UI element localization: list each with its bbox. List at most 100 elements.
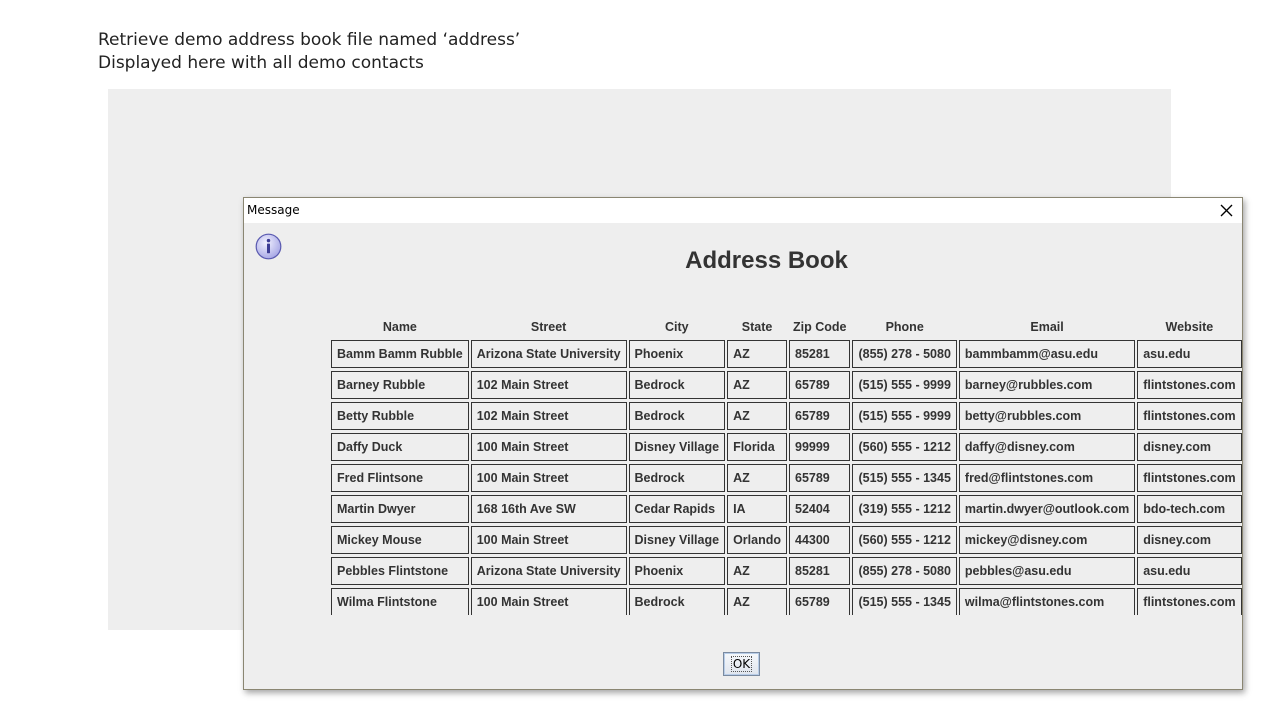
cell-state: AZ: [727, 557, 787, 585]
cell-email: pebbles@asu.edu: [958, 557, 1136, 585]
cell-name: Wilma Flintstone: [331, 588, 469, 615]
cell-street: 100 Main Street: [470, 433, 627, 461]
cell-street: 100 Main Street: [470, 588, 627, 615]
table-row: Betty Rubble 102 Main Street Bedrock AZ …: [331, 402, 1242, 430]
cell-phone: (855) 278 - 5080: [852, 340, 957, 368]
cell-city: Bedrock: [628, 402, 726, 430]
cell-state: AZ: [727, 402, 787, 430]
cell-street: 102 Main Street: [470, 402, 627, 430]
contacts-table-wrap: Name Street City State Zip Code Phone Em…: [329, 316, 1244, 618]
cell-street: 100 Main Street: [470, 464, 627, 492]
cell-email: martin.dwyer@outlook.com: [958, 495, 1136, 523]
cell-city: Bedrock: [628, 371, 726, 399]
caption-line-2: Displayed here with all demo contacts: [98, 53, 424, 73]
cell-zip: 52404: [789, 495, 851, 523]
table-row: Bamm Bamm Rubble Arizona State Universit…: [331, 340, 1242, 368]
cell-email: betty@rubbles.com: [958, 402, 1136, 430]
table-row: Daffy Duck 100 Main Street Disney Villag…: [331, 433, 1242, 461]
column-header-zip: Zip Code: [793, 320, 847, 334]
cell-name: Martin Dwyer: [331, 495, 469, 523]
table-header-row: Name Street City State Zip Code Phone Em…: [331, 319, 1242, 337]
column-header-name: Name: [382, 320, 417, 334]
cell-phone: (515) 555 - 1345: [852, 464, 957, 492]
close-icon: [1220, 204, 1233, 217]
cell-zip: 65789: [789, 464, 851, 492]
cell-email: fred@flintstones.com: [958, 464, 1136, 492]
dialog-title: Message: [247, 203, 300, 217]
slide-caption: Retrieve demo address book file named ‘a…: [98, 29, 520, 75]
table-row: Wilma Flintstone 100 Main Street Bedrock…: [331, 588, 1242, 615]
column-header-website: Website: [1165, 320, 1214, 334]
cell-email: barney@rubbles.com: [958, 371, 1136, 399]
cell-city: Bedrock: [628, 464, 726, 492]
table-row: Pebbles Flintstone Arizona State Univers…: [331, 557, 1242, 585]
cell-phone: (319) 555 - 1212: [852, 495, 957, 523]
cell-phone: (515) 555 - 9999: [852, 402, 957, 430]
cell-website: asu.edu: [1137, 340, 1242, 368]
cell-city: Phoenix: [628, 340, 726, 368]
cell-website: disney.com: [1137, 433, 1242, 461]
table-row: Barney Rubble 102 Main Street Bedrock AZ…: [331, 371, 1242, 399]
cell-city: Disney Village: [628, 433, 726, 461]
cell-name: Bamm Bamm Rubble: [331, 340, 469, 368]
cell-state: AZ: [727, 371, 787, 399]
cell-phone: (515) 555 - 1345: [852, 588, 957, 615]
caption-line-1: Retrieve demo address book file named ‘a…: [98, 30, 521, 50]
cell-name: Pebbles Flintstone: [331, 557, 469, 585]
cell-website: flintstones.com: [1137, 588, 1242, 615]
column-header-city: City: [664, 320, 689, 334]
cell-phone: (560) 555 - 1212: [852, 433, 957, 461]
cell-state: Orlando: [727, 526, 787, 554]
contacts-table: Name Street City State Zip Code Phone Em…: [329, 316, 1244, 618]
cell-zip: 65789: [789, 371, 851, 399]
message-dialog: Message Address Book Name Street City St…: [243, 197, 1243, 690]
column-header-phone: Phone: [885, 320, 924, 334]
ok-button-label: OK: [730, 656, 753, 672]
cell-street: 100 Main Street: [470, 526, 627, 554]
column-header-street: Street: [530, 320, 567, 334]
cell-state: AZ: [727, 340, 787, 368]
cell-phone: (560) 555 - 1212: [852, 526, 957, 554]
cell-name: Fred Flintsone: [331, 464, 469, 492]
cell-email: daffy@disney.com: [958, 433, 1136, 461]
cell-zip: 99999: [789, 433, 851, 461]
cell-zip: 85281: [789, 340, 851, 368]
cell-city: Phoenix: [628, 557, 726, 585]
cell-zip: 65789: [789, 402, 851, 430]
dialog-titlebar[interactable]: Message: [244, 198, 1242, 223]
cell-website: flintstones.com: [1137, 402, 1242, 430]
column-header-email: Email: [1030, 320, 1064, 334]
cell-zip: 85281: [789, 557, 851, 585]
cell-phone: (855) 278 - 5080: [852, 557, 957, 585]
cell-name: Barney Rubble: [331, 371, 469, 399]
table-row: Mickey Mouse 100 Main Street Disney Vill…: [331, 526, 1242, 554]
cell-state: AZ: [727, 464, 787, 492]
cell-email: wilma@flintstones.com: [958, 588, 1136, 615]
cell-website: flintstones.com: [1137, 371, 1242, 399]
ok-button[interactable]: OK: [723, 652, 760, 676]
address-book-heading: Address Book: [685, 247, 848, 274]
screenshot-backdrop: Message Address Book Name Street City St…: [108, 89, 1243, 690]
close-button[interactable]: [1217, 201, 1236, 220]
cell-name: Betty Rubble: [331, 402, 469, 430]
cell-name: Daffy Duck: [331, 433, 469, 461]
cell-website: bdo-tech.com: [1137, 495, 1242, 523]
cell-website: asu.edu: [1137, 557, 1242, 585]
cell-street: Arizona State University: [470, 557, 627, 585]
cell-email: bammbamm@asu.edu: [958, 340, 1136, 368]
cell-state: AZ: [727, 588, 787, 615]
cell-street: 168 16th Ave SW: [470, 495, 627, 523]
cell-city: Cedar Rapids: [628, 495, 726, 523]
cell-zip: 65789: [789, 588, 851, 615]
cell-zip: 44300: [789, 526, 851, 554]
cell-website: flintstones.com: [1137, 464, 1242, 492]
cell-name: Mickey Mouse: [331, 526, 469, 554]
cell-website: disney.com: [1137, 526, 1242, 554]
cell-city: Disney Village: [628, 526, 726, 554]
cell-phone: (515) 555 - 9999: [852, 371, 957, 399]
column-header-state: State: [741, 320, 773, 334]
cell-street: 102 Main Street: [470, 371, 627, 399]
table-row: Martin Dwyer 168 16th Ave SW Cedar Rapid…: [331, 495, 1242, 523]
cell-city: Bedrock: [628, 588, 726, 615]
cell-street: Arizona State University: [470, 340, 627, 368]
